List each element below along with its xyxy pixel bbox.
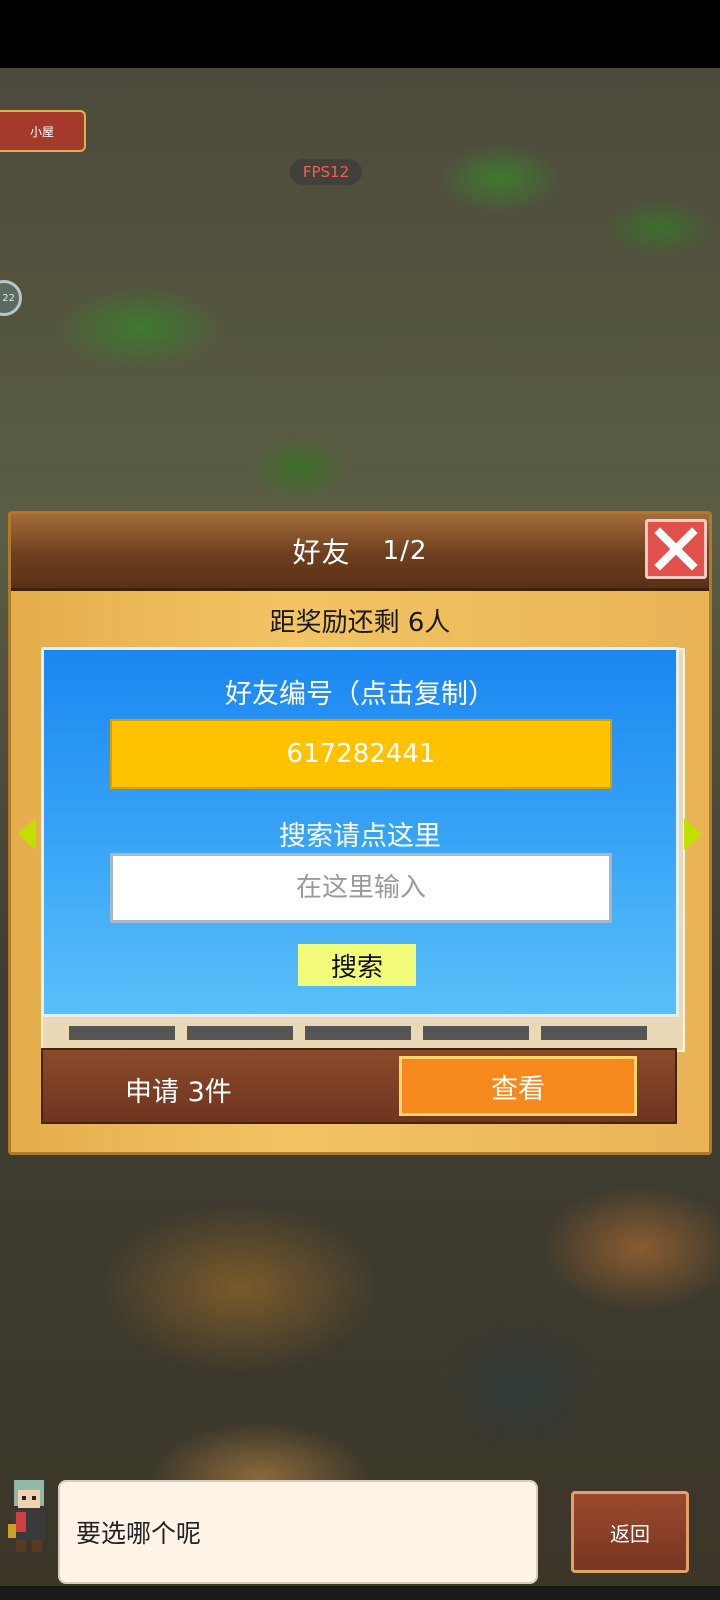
- search-button[interactable]: 搜索: [298, 944, 416, 986]
- page-indicator: 1/2: [382, 536, 428, 566]
- friend-code-title: 好友编号（点击复制）: [225, 679, 495, 710]
- friend-code-copy-button[interactable]: 617282441: [110, 719, 612, 789]
- next-page-arrow-icon[interactable]: [684, 818, 702, 850]
- friend-code-panel: 好友编号（点击复制） 617282441 搜索请点这里 搜索: [41, 647, 679, 1017]
- friend-slot[interactable]: [187, 1026, 293, 1040]
- friend-slot[interactable]: [305, 1026, 411, 1040]
- friends-dialog: 好友 1/2 距奖励还剩 6人 好友编号（点击复制） 617282441 搜索请…: [8, 511, 712, 1155]
- friend-requests-bar: 申请 3件 查看: [41, 1048, 677, 1124]
- hut-label-tag[interactable]: 小屋: [0, 110, 86, 152]
- back-button[interactable]: 返回: [571, 1491, 689, 1573]
- friend-slot[interactable]: [69, 1026, 175, 1040]
- previous-page-arrow-icon[interactable]: [18, 818, 36, 850]
- dialog-title: 好友: [292, 536, 351, 569]
- view-requests-button[interactable]: 查看: [399, 1056, 637, 1116]
- friend-slot[interactable]: [423, 1026, 529, 1040]
- navigation-bar: [0, 1586, 720, 1600]
- status-bar: [0, 0, 720, 68]
- requests-count-text: 申请 3件: [125, 1077, 232, 1108]
- character-avatar-icon: [8, 1480, 46, 1552]
- close-button[interactable]: [645, 519, 707, 579]
- dialog-header: 好友 1/2: [11, 514, 709, 591]
- dialogue-message: 要选哪个呢: [58, 1480, 538, 1584]
- fps-counter: FPS12: [290, 159, 362, 185]
- search-title: 搜索请点这里: [279, 821, 441, 852]
- reward-remaining-text: 距奖励还剩 6人: [269, 608, 451, 638]
- close-icon: [654, 527, 698, 571]
- search-input[interactable]: [110, 853, 612, 923]
- friend-slot[interactable]: [541, 1026, 647, 1040]
